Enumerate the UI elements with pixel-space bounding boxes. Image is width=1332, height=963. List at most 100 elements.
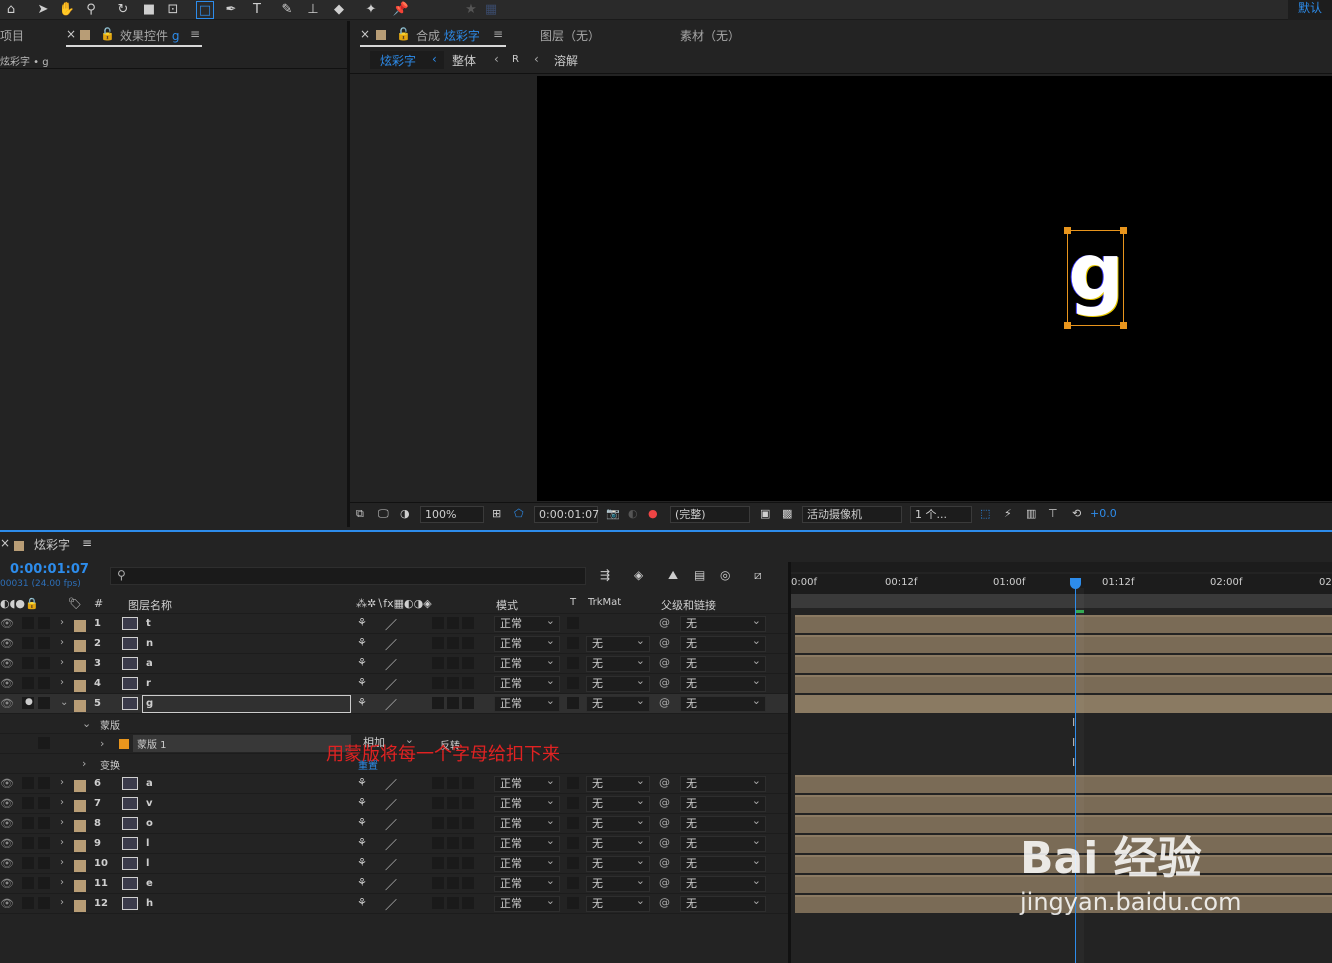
lock-toggle[interactable] [38,837,50,849]
chevron-right-icon[interactable]: › [60,677,64,688]
tab-timeline-comp[interactable]: 炫彩字 [34,536,70,553]
switch-box[interactable] [432,637,444,649]
comp-nav-item[interactable]: 溶解 [554,52,578,69]
tab-composition[interactable]: 合成 炫彩字 [416,27,480,44]
layer-row[interactable]: 👁 › 3 a ⚘ ／ 正常 无 @ 无 [0,654,788,674]
type-icon[interactable]: T [248,1,266,19]
graph-editor-icon[interactable]: ⧄ [754,568,762,583]
label-color[interactable] [74,780,86,792]
rectangle-icon[interactable]: □ [196,1,214,19]
shy-icon[interactable]: ⚘ [357,676,367,689]
solo-toggle[interactable] [22,617,34,629]
panel-menu-icon[interactable]: ≡ [190,27,200,41]
rotate-icon[interactable]: ↻ [114,1,132,19]
trkmat-dropdown[interactable]: 无 [586,814,650,832]
switch-box[interactable] [447,777,459,789]
quality-icon[interactable]: ／ [385,656,397,673]
fast-preview-icon[interactable]: ⚡ [1004,507,1012,520]
solo-toggle[interactable] [22,657,34,669]
switch-box[interactable] [447,897,459,909]
solo-toggle[interactable] [22,777,34,789]
timeline-icon[interactable]: ▥ [1026,507,1036,520]
switch-box[interactable] [462,897,474,909]
trkmat-dropdown[interactable]: 无 [586,654,650,672]
exposure-value[interactable]: +0.0 [1090,507,1117,520]
chevron-right-icon[interactable]: › [60,617,64,628]
switch-box[interactable] [447,817,459,829]
pick-whip-icon[interactable]: @ [659,816,670,829]
preserve-transparency-toggle[interactable] [567,657,579,669]
layer-name[interactable]: r [146,678,151,689]
panel-menu-icon[interactable]: ≡ [82,536,92,550]
mode-dropdown[interactable]: 正常 [494,814,560,832]
tab-project[interactable]: 项目 [0,27,24,44]
switch-box[interactable] [432,677,444,689]
lock-toggle[interactable] [38,617,50,629]
mode-dropdown[interactable]: 正常 [494,874,560,892]
lock-icon[interactable]: 🔓 [396,27,411,41]
parent-dropdown[interactable]: 无 [680,674,766,692]
layer-duration-bar[interactable] [795,795,1332,813]
shy-icon[interactable]: ⚘ [357,876,367,889]
layer-name-edit[interactable] [142,695,351,713]
work-area-bar[interactable] [791,562,1332,572]
lock-toggle[interactable] [38,657,50,669]
label-color[interactable] [74,800,86,812]
pick-whip-icon[interactable]: @ [659,616,670,629]
layer-name[interactable]: v [146,798,153,809]
parent-dropdown[interactable]: 无 [680,814,766,832]
solo-toggle[interactable] [22,897,34,909]
shy-icon[interactable]: ⚘ [357,896,367,909]
show-snapshot-icon[interactable]: ◐ [628,507,638,520]
puppet-pin-icon[interactable]: 📌 [392,1,410,19]
quality-icon[interactable]: ／ [385,776,397,793]
switch-box[interactable] [447,617,459,629]
roto-brush-icon[interactable]: ✦ [362,1,380,19]
parent-dropdown[interactable]: 无 [680,634,766,652]
trkmat-dropdown[interactable]: 无 [586,674,650,692]
toggle-pixel-icon[interactable]: ⬚ [980,507,990,520]
shy-icon[interactable]: ⚘ [357,836,367,849]
quality-icon[interactable]: ／ [385,816,397,833]
layer-duration-bar[interactable] [795,695,1332,713]
transparency-grid-icon[interactable]: ▩ [782,507,792,520]
mode-dropdown[interactable]: 正常 [494,654,560,672]
switch-box[interactable] [432,697,444,709]
pen-icon[interactable]: ✒ [222,1,240,19]
eye-icon[interactable]: 👁 [0,837,14,850]
chevron-right-icon[interactable]: › [60,877,64,888]
eye-icon[interactable]: 👁 [0,877,14,890]
chevron-right-icon[interactable]: › [60,897,64,908]
monitor-icon[interactable]: 🖵 [378,507,389,521]
mode-dropdown[interactable]: 正常 [494,614,560,632]
chevron-right-icon[interactable]: › [60,837,64,848]
layer-name[interactable]: o [146,818,153,829]
switch-box[interactable] [447,797,459,809]
label-color[interactable] [74,880,86,892]
layer-duration-bar[interactable] [795,635,1332,653]
mode-dropdown[interactable]: 正常 [494,834,560,852]
safe-zones-icon[interactable]: ⊞ [492,507,501,520]
switch-box[interactable] [447,677,459,689]
switch-box[interactable] [432,797,444,809]
parent-dropdown[interactable]: 无 [680,874,766,892]
lock-toggle[interactable] [38,857,50,869]
layer-duration-bar[interactable] [795,775,1332,793]
layer-name[interactable]: g [146,698,153,709]
shy-icon[interactable]: ⚘ [357,776,367,789]
trkmat-dropdown[interactable]: 无 [586,894,650,912]
mode-dropdown[interactable]: 正常 [494,854,560,872]
parent-dropdown[interactable]: 无 [680,654,766,672]
switch-box[interactable] [432,837,444,849]
current-time-field[interactable]: 0:00:01:07 [534,506,599,523]
shy-icon[interactable]: ⚘ [357,796,367,809]
label-color[interactable] [74,660,86,672]
layer-row[interactable]: 👁 › 12 h ⚘ ／ 正常 无 @ 无 [0,894,788,914]
transform-handle[interactable] [1120,322,1127,329]
eye-icon[interactable]: 👁 [0,777,14,790]
quality-icon[interactable]: ／ [385,896,397,913]
switch-box[interactable] [462,857,474,869]
quality-icon[interactable]: ／ [385,796,397,813]
pick-whip-icon[interactable]: @ [659,696,670,709]
always-preview-icon[interactable]: ⧉ [356,507,364,521]
